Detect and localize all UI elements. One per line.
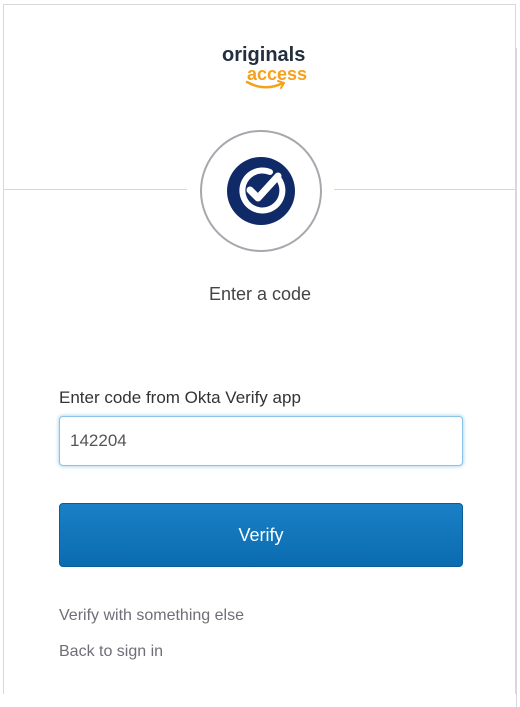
page: originals access Enter a code Enter code… [0,0,520,707]
code-input[interactable] [59,416,463,466]
okta-verify-icon [227,157,295,225]
brand-logo: originals access [215,44,307,96]
logo-smile-icon [245,80,285,89]
card-edge [516,48,517,707]
header-divider-right [334,189,516,190]
verify-button[interactable]: Verify [59,503,463,567]
factor-badge [200,130,322,252]
back-to-sign-in-link[interactable]: Back to sign in [59,643,163,661]
logo-text-top: originals [222,44,306,66]
verify-with-something-else-link[interactable]: Verify with something else [59,607,244,625]
auth-card [3,4,516,694]
code-field-label: Enter code from Okta Verify app [59,388,301,407]
header-divider-left [4,189,187,190]
page-title: Enter a code [208,284,312,304]
